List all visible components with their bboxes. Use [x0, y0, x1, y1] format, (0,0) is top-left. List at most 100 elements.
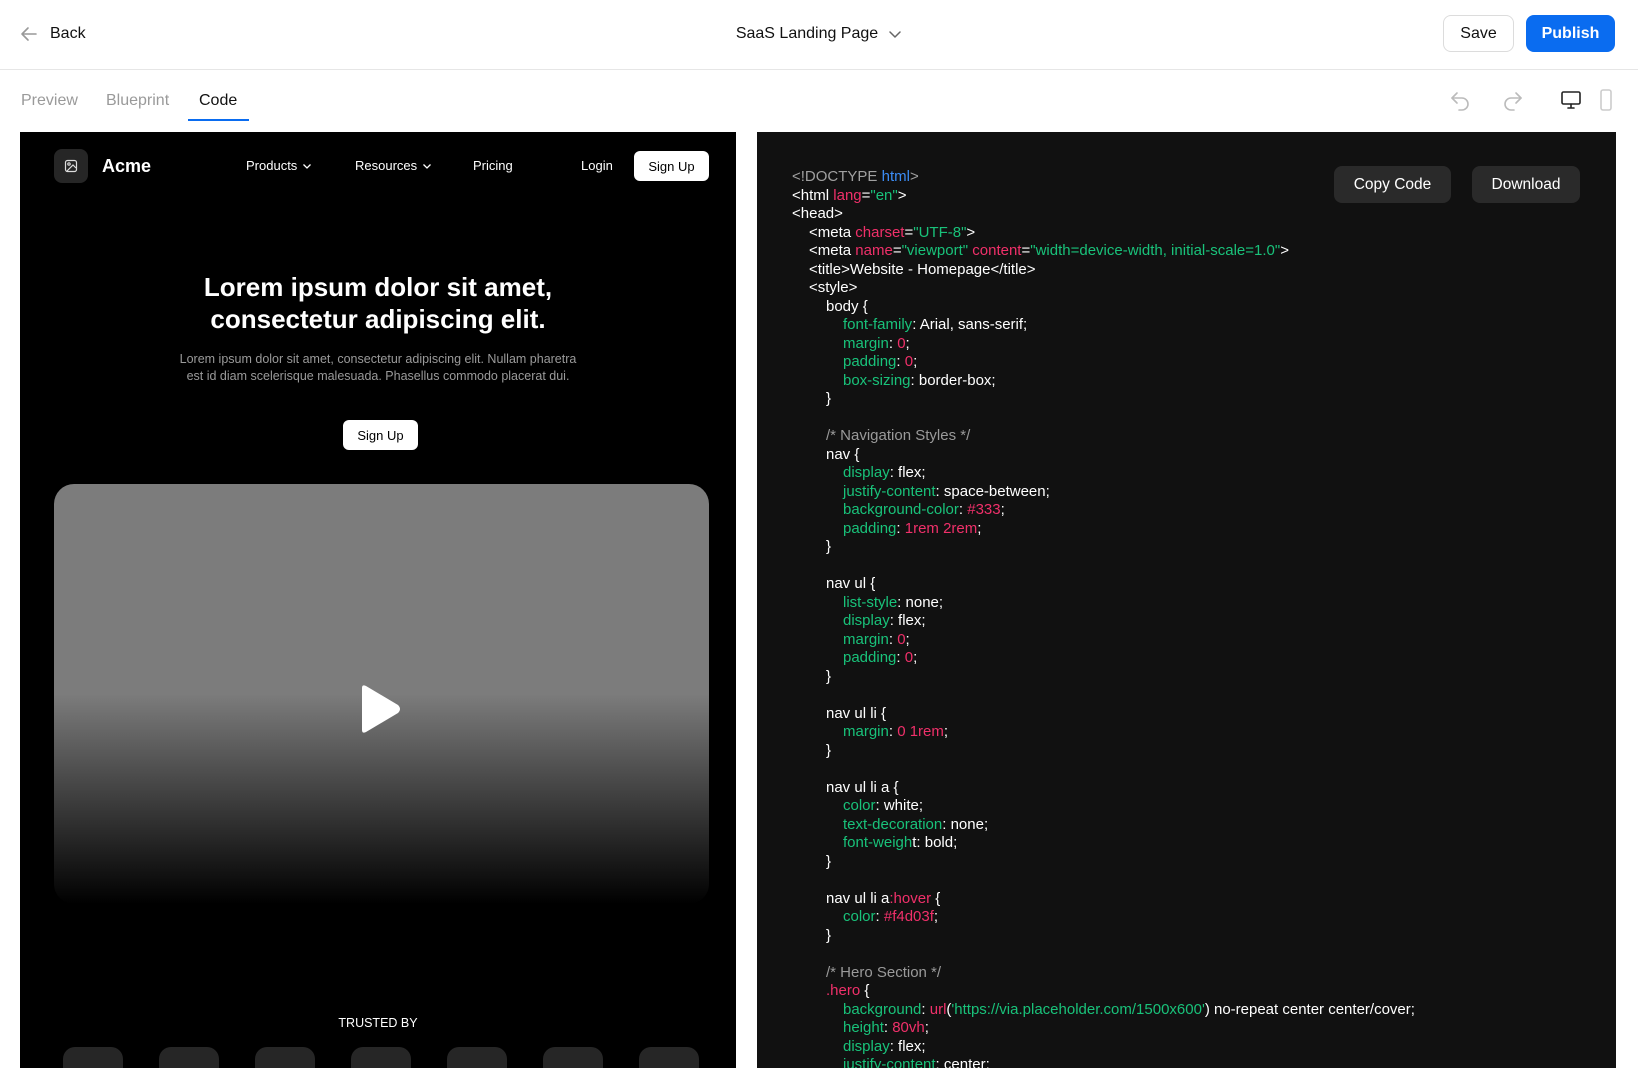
code-token: padding [843, 519, 897, 537]
chevron-down-icon [423, 163, 432, 169]
nav-login[interactable]: Login [581, 158, 613, 173]
partner-logo [639, 1047, 699, 1068]
code-token: 80vh [892, 1019, 925, 1036]
preview-nav: Acme Products Resources Pricing Login Si… [20, 132, 736, 204]
code-token: ) no-repeat center center/cover; [1204, 1000, 1415, 1018]
code-token: } [826, 741, 832, 759]
code-token: : none; [942, 815, 989, 833]
code-token: display [843, 612, 890, 629]
phone-icon [1600, 89, 1612, 111]
brand-name[interactable]: Acme [102, 156, 151, 177]
code-token: "UTF-8" [913, 223, 967, 241]
code-token: } [826, 667, 832, 685]
redo-button[interactable] [1499, 86, 1527, 114]
code-editor[interactable]: <!DOCTYPE html> <html lang="en"> <head> <me… [792, 168, 1415, 1068]
play-icon[interactable] [358, 684, 402, 734]
code-token: ; [943, 723, 949, 740]
code-token: display [843, 464, 890, 481]
nav-pricing[interactable]: Pricing [473, 158, 513, 173]
code-token: : [921, 1000, 930, 1018]
code-token: justify-content [843, 482, 936, 500]
download-button[interactable]: Download [1472, 166, 1580, 203]
site-preview: Acme Products Resources Pricing Login Si… [20, 132, 736, 1068]
code-token: : flex; [889, 1037, 926, 1055]
brand-logo[interactable] [54, 149, 88, 183]
code-token: } [826, 390, 832, 407]
code-token: : [896, 649, 905, 666]
code-line: } [792, 742, 1415, 761]
code-token: : none; [897, 593, 944, 611]
code-line: background: url('https://via.placeholder… [792, 1001, 1415, 1020]
active-tab-indicator [188, 119, 249, 121]
code-token: 0 [897, 630, 906, 648]
tab-code[interactable]: Code [199, 92, 237, 110]
mobile-view-button[interactable] [1592, 86, 1620, 114]
code-token: : [888, 630, 898, 648]
image-icon [64, 159, 78, 173]
code-line: display: flex; [792, 612, 1415, 631]
code-token: box-sizing [843, 371, 911, 389]
code-line: padding: 0; [792, 649, 1415, 668]
code-token: : flex; [889, 612, 926, 629]
code-line: nav ul li a:hover { [792, 890, 1415, 909]
code-token: : [875, 908, 884, 925]
code-token: margin [843, 334, 889, 352]
code-line: <meta charset="UTF-8"> [792, 224, 1415, 243]
code-token: : [896, 353, 905, 370]
code-line: <head> [792, 205, 1415, 224]
copy-code-button[interactable]: Copy Code [1334, 166, 1451, 203]
hero-signup-button[interactable]: Sign Up [343, 420, 418, 450]
code-token: <head> [792, 205, 843, 222]
tab-preview[interactable]: Preview [21, 92, 78, 110]
hero-paragraph: Lorem ipsum dolor sit amet, consectetur … [170, 351, 586, 385]
code-line: background-color: #333; [792, 501, 1415, 520]
nav-resources[interactable]: Resources [355, 158, 432, 173]
nav-signup-button[interactable]: Sign Up [634, 151, 709, 181]
code-token: nav ul li a [826, 889, 890, 907]
code-token: background [843, 1000, 922, 1018]
code-token: : [888, 723, 898, 740]
project-title-dropdown[interactable]: SaaS Landing Page [0, 20, 1638, 48]
hero-heading-line2: consectetur adipiscing elit. [210, 304, 546, 334]
code-token: background-color [843, 501, 959, 518]
code-token: { [860, 982, 870, 999]
code-token: font-family [843, 316, 913, 333]
hero-paragraph-line1: Lorem ipsum dolor sit amet, consectetur … [179, 352, 577, 366]
video-player[interactable] [54, 484, 709, 904]
nav-resources-label: Resources [355, 158, 418, 173]
save-button[interactable]: Save [1443, 15, 1514, 52]
code-token: nav ul { [826, 575, 876, 592]
code-token: <meta [809, 242, 856, 259]
code-token: : [883, 1019, 893, 1036]
publish-button[interactable]: Publish [1526, 15, 1615, 52]
code-line: display: flex; [792, 464, 1415, 483]
hero-paragraph-line2: est id diam scelerisque malesuada. Phase… [186, 369, 570, 383]
nav-products-label: Products [246, 158, 298, 173]
code-token: 'https://via.placeholder.com/1500x600' [951, 1000, 1205, 1018]
code-token: 1rem 2rem [904, 519, 978, 537]
code-line: } [792, 927, 1415, 946]
tab-blueprint[interactable]: Blueprint [106, 92, 169, 110]
chevron-down-icon [889, 31, 901, 38]
code-line: list-style: none; [792, 594, 1415, 613]
undo-button[interactable] [1446, 86, 1474, 114]
tab-bar: Preview Blueprint Code [0, 70, 1638, 132]
hero-heading: Lorem ipsum dolor sit amet, consectetur … [20, 271, 736, 335]
code-token: 0 [904, 353, 914, 370]
code-line: } [792, 853, 1415, 872]
code-line: <meta name="viewport" content="width=dev… [792, 242, 1415, 261]
code-line: <style> [792, 279, 1415, 298]
code-token: text-decoration [843, 815, 943, 833]
code-token: font-weigh [843, 834, 913, 851]
code-token: ; [905, 630, 910, 648]
code-token: : border-box; [910, 371, 996, 389]
code-line: font-family: Arial, sans-serif; [792, 316, 1415, 335]
code-token: 0 [904, 649, 914, 666]
desktop-view-button[interactable] [1557, 86, 1585, 114]
nav-products[interactable]: Products [246, 158, 312, 173]
code-token: <meta [809, 223, 856, 241]
code-token: ; [977, 519, 982, 537]
